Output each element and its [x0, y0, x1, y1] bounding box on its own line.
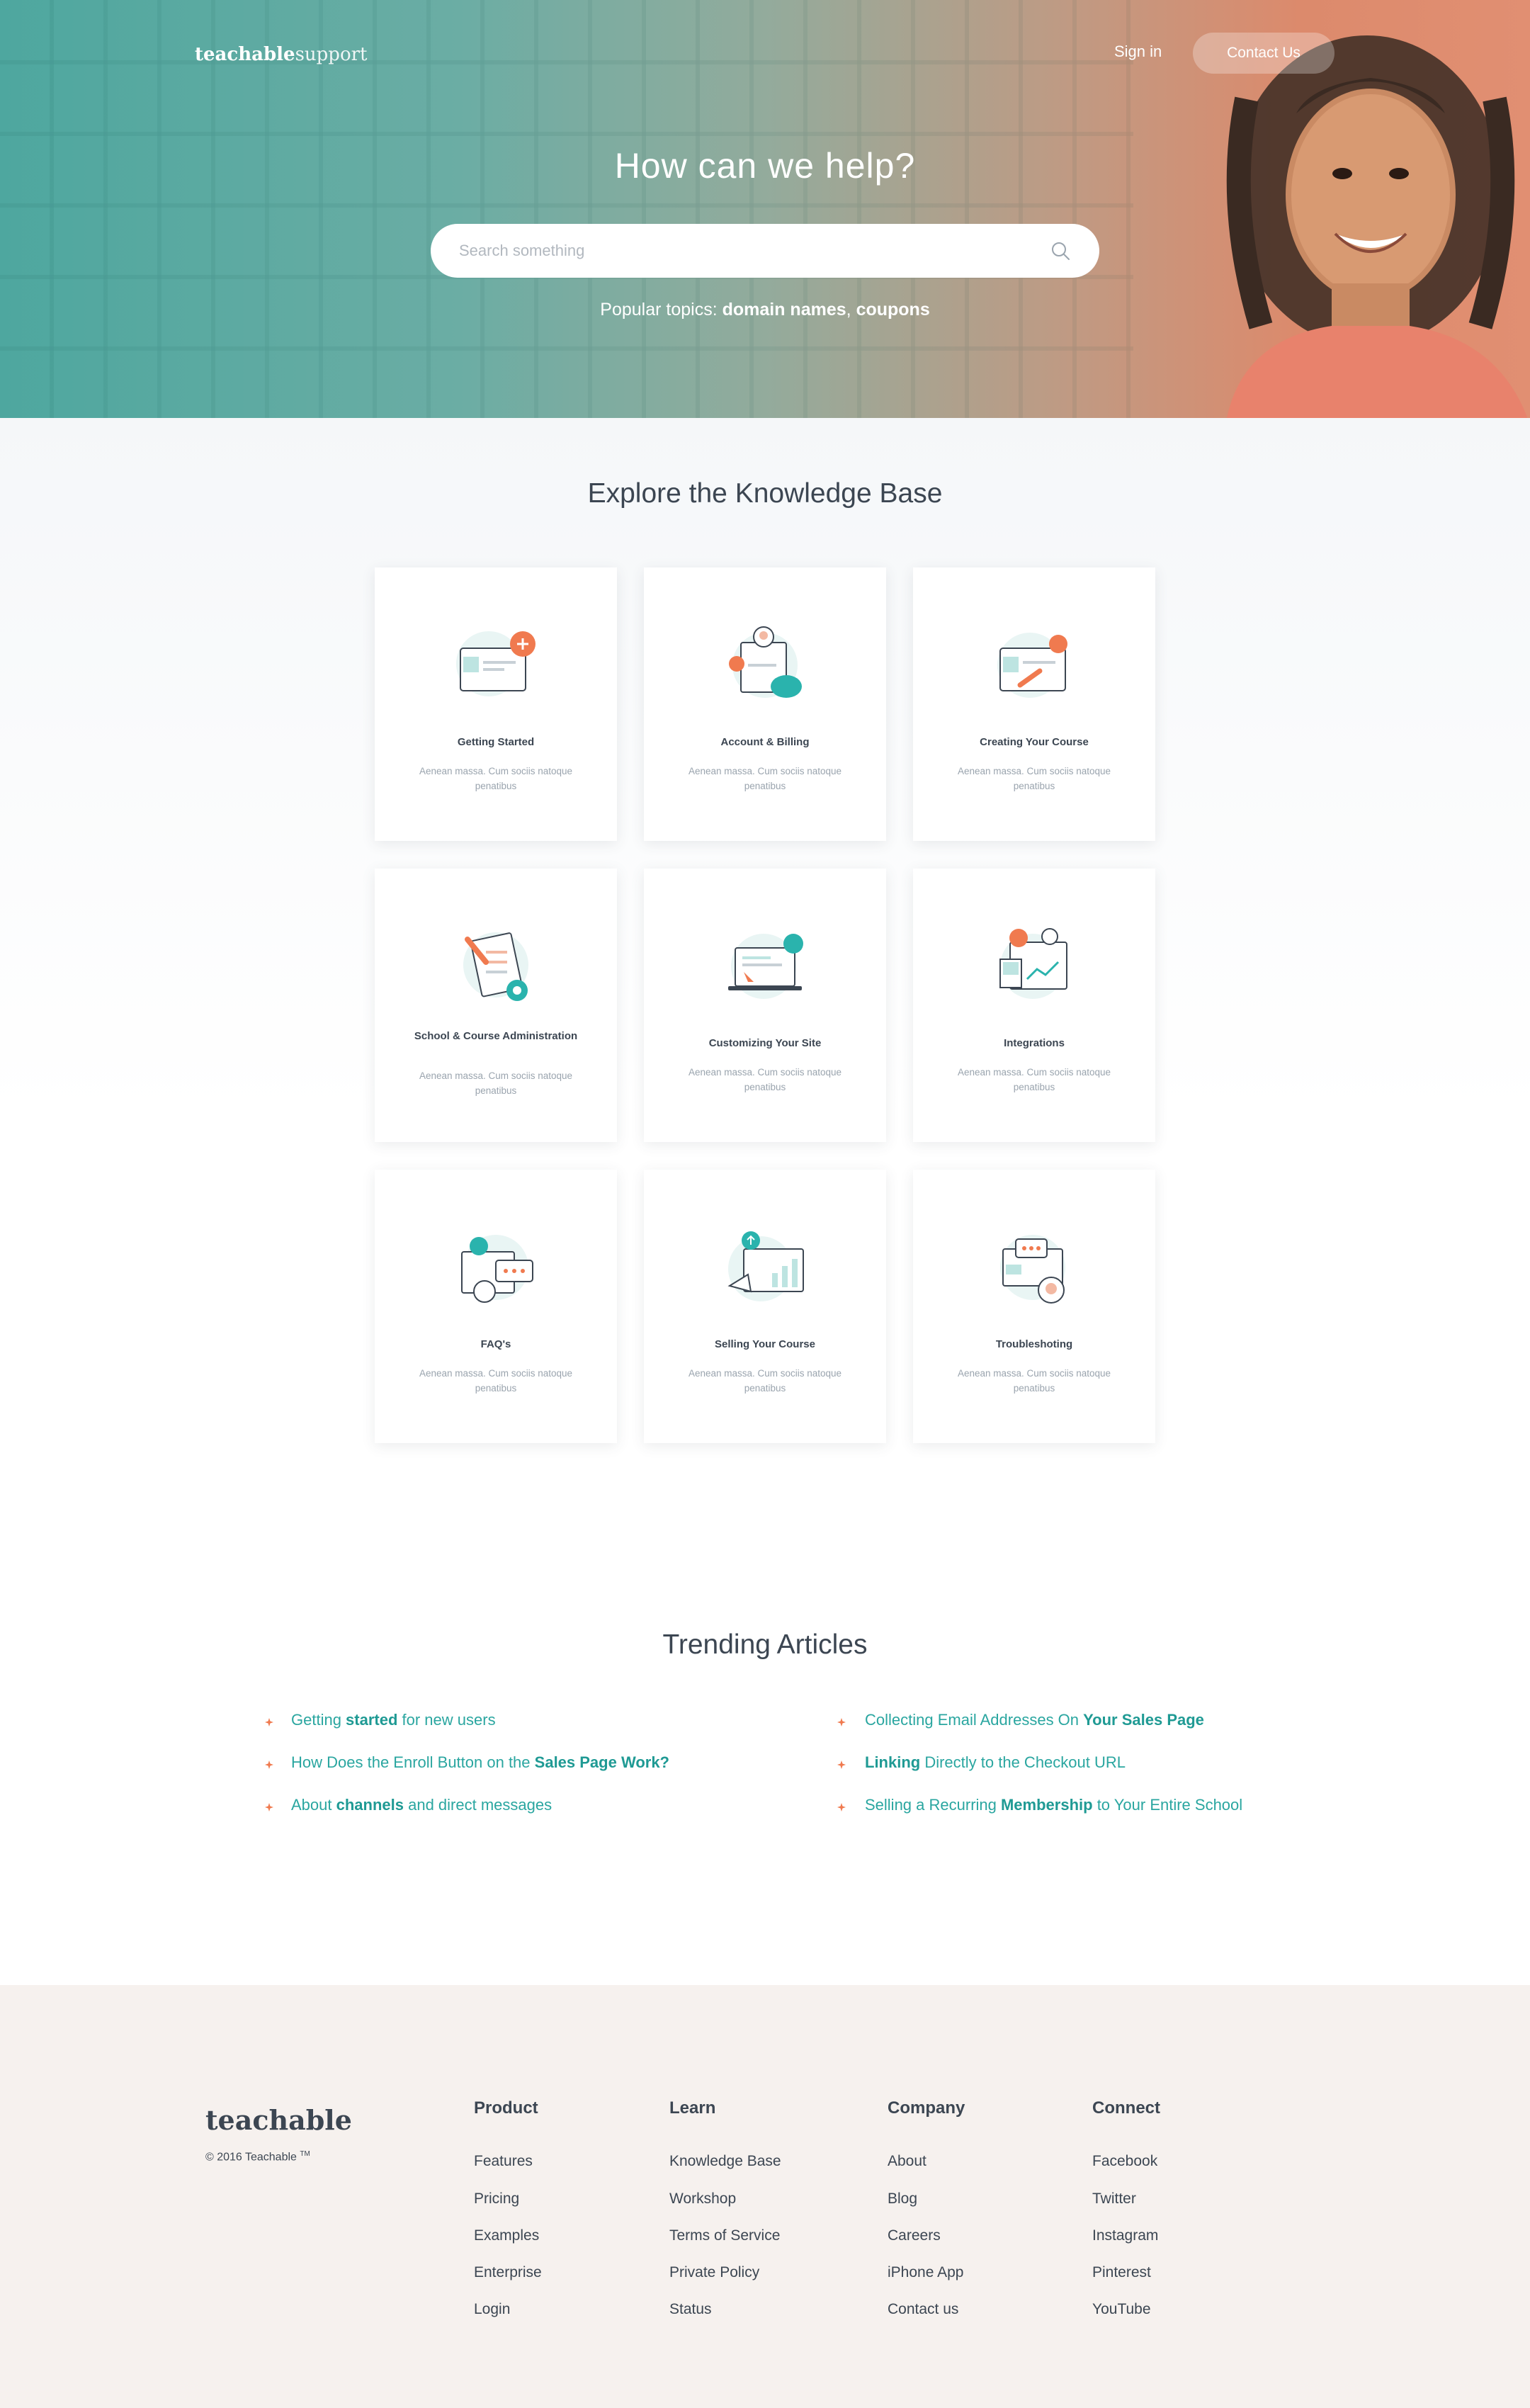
knowledge-base-section: Explore the Knowledge Base Getting Start…	[0, 418, 1530, 1580]
trending-article-link[interactable]: How Does the Enroll Button on the Sales …	[291, 1753, 669, 1772]
bullet-icon	[265, 1718, 273, 1726]
card-description: Aenean massa. Cum sociis natoque penatib…	[957, 1067, 1111, 1092]
footer-link[interactable]: Private Policy	[669, 2264, 759, 2281]
footer-link[interactable]: Careers	[888, 2227, 941, 2244]
teachable-support-logo[interactable]: teachablesupport	[195, 44, 367, 65]
sales-growth-icon	[727, 1231, 804, 1301]
footer-link[interactable]: Login	[474, 2301, 510, 2318]
card-title: Integrations	[1004, 1037, 1065, 1049]
checklist-icon	[463, 932, 528, 1001]
footer-link[interactable]: Knowledge Base	[669, 2153, 781, 2170]
card-description: Aenean massa. Cum sociis natoque penatib…	[419, 766, 573, 791]
search-input[interactable]	[459, 242, 1050, 260]
footer-heading-product: Product	[474, 2098, 538, 2118]
footer-heading-learn: Learn	[669, 2098, 716, 2118]
category-card-faqs[interactable]: FAQ's Aenean massa. Cum sociis natoque p…	[375, 1170, 617, 1443]
bullet-icon	[837, 1760, 846, 1769]
bullet-icon	[265, 1803, 273, 1811]
card-description: Aenean massa. Cum sociis natoque penatib…	[957, 766, 1111, 791]
footer-link[interactable]: Pinterest	[1092, 2264, 1151, 2281]
footer-link[interactable]: Contact us	[888, 2301, 958, 2318]
footer-link[interactable]: About	[888, 2153, 926, 2170]
billing-icon	[729, 626, 802, 698]
card-description: Aenean massa. Cum sociis natoque penatib…	[957, 1368, 1111, 1394]
search-bar[interactable]	[431, 224, 1099, 278]
support-chat-icon	[1000, 1235, 1065, 1304]
trending-articles-title: Trending Articles	[662, 1629, 868, 1660]
integrations-icon	[999, 928, 1067, 999]
hero-background-pattern	[0, 0, 1133, 418]
footer-link[interactable]: Twitter	[1092, 2191, 1136, 2208]
category-card-customizing-site[interactable]: Customizing Your Site Aenean massa. Cum …	[644, 869, 886, 1142]
footer-copyright: © 2016 Teachable TM	[205, 2150, 310, 2164]
card-title: Troubleshoting	[995, 1338, 1073, 1350]
category-card-creating-course[interactable]: Creating Your Course Aenean massa. Cum s…	[913, 567, 1155, 841]
footer-link[interactable]: Workshop	[669, 2191, 736, 2208]
search-icon[interactable]	[1050, 240, 1071, 261]
popular-topics-label: Popular topics:	[600, 300, 718, 320]
trending-article-link[interactable]: Collecting Email Addresses On Your Sales…	[865, 1711, 1204, 1729]
popular-topic-link[interactable]: coupons	[856, 300, 930, 320]
card-title: Account & Billing	[720, 736, 810, 748]
card-description: Aenean massa. Cum sociis natoque penatib…	[688, 1368, 842, 1394]
category-card-selling-course[interactable]: Selling Your Course Aenean massa. Cum so…	[644, 1170, 886, 1443]
footer-link[interactable]: Features	[474, 2153, 533, 2170]
footer-link[interactable]: Instagram	[1092, 2227, 1158, 2244]
contact-us-button[interactable]: Contact Us	[1193, 33, 1334, 74]
sign-in-link[interactable]: Sign in	[1114, 43, 1162, 61]
hero-person-image	[1226, 35, 1528, 418]
card-title: Getting Started	[457, 736, 535, 748]
trending-article-link[interactable]: About channels and direct messages	[291, 1796, 552, 1814]
trending-article-link[interactable]: Linking Directly to the Checkout URL	[865, 1753, 1126, 1772]
footer-logo[interactable]: teachable	[205, 2104, 352, 2136]
popular-topic-link[interactable]: domain names	[722, 300, 846, 320]
course-editor-icon	[997, 633, 1067, 698]
hero-banner: teachablesupport Sign in Contact Us How …	[0, 0, 1530, 418]
logo-brand: teachable	[195, 44, 295, 65]
trending-article-link[interactable]: Getting started for new users	[291, 1711, 496, 1729]
bullet-icon	[837, 1803, 846, 1811]
footer-link[interactable]: Pricing	[474, 2191, 519, 2208]
footer-link[interactable]: Terms of Service	[669, 2227, 780, 2244]
card-title: Customizing Your Site	[708, 1037, 822, 1049]
card-title: Creating Your Course	[980, 736, 1089, 748]
footer-link[interactable]: Facebook	[1092, 2153, 1157, 2170]
category-card-account-billing[interactable]: Account & Billing Aenean massa. Cum soci…	[644, 567, 886, 841]
footer-link[interactable]: iPhone App	[888, 2264, 963, 2281]
card-description: Aenean massa. Cum sociis natoque penatib…	[419, 1070, 573, 1096]
bullet-icon	[837, 1718, 846, 1726]
category-card-integrations[interactable]: Integrations Aenean massa. Cum sociis na…	[913, 869, 1155, 1142]
footer-link[interactable]: Status	[669, 2301, 712, 2318]
logo-suffix: support	[295, 44, 368, 65]
footer-heading-connect: Connect	[1092, 2098, 1160, 2118]
category-card-school-admin[interactable]: School & Course Administration Aenean ma…	[375, 869, 617, 1142]
trending-article-link[interactable]: Selling a Recurring Membership to Your E…	[865, 1796, 1242, 1814]
footer-link[interactable]: Blog	[888, 2191, 917, 2208]
bullet-icon	[265, 1760, 273, 1769]
knowledge-base-title: Explore the Knowledge Base	[587, 478, 943, 509]
footer-link[interactable]: Examples	[474, 2227, 539, 2244]
card-title: School & Course Administration	[414, 1030, 578, 1042]
card-description: Aenean massa. Cum sociis natoque penatib…	[688, 766, 842, 791]
card-description: Aenean massa. Cum sociis natoque penatib…	[688, 1067, 842, 1092]
footer-link[interactable]: YouTube	[1092, 2301, 1151, 2318]
hero-title: How can we help?	[614, 146, 916, 186]
laptop-icon	[728, 934, 803, 999]
faq-chat-icon	[461, 1235, 533, 1303]
site-footer: teachable © 2016 Teachable TM Product Fe…	[0, 1985, 1530, 2408]
card-title: FAQ's	[480, 1338, 511, 1350]
browser-plus-icon	[456, 631, 536, 696]
popular-topics: Popular topics: domain names, coupons	[600, 300, 930, 320]
category-card-getting-started[interactable]: Getting Started Aenean massa. Cum sociis…	[375, 567, 617, 841]
card-title: Selling Your Course	[715, 1338, 815, 1350]
footer-heading-company: Company	[888, 2098, 965, 2118]
footer-link[interactable]: Enterprise	[474, 2264, 542, 2281]
category-card-troubleshooting[interactable]: Troubleshoting Aenean massa. Cum sociis …	[913, 1170, 1155, 1443]
card-description: Aenean massa. Cum sociis natoque penatib…	[419, 1368, 573, 1394]
